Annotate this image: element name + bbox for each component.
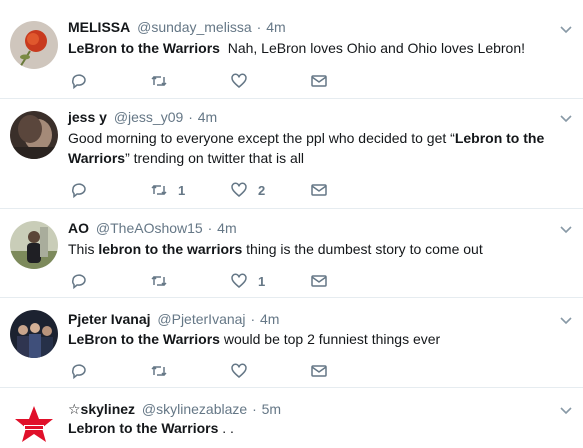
avatar[interactable] [10,21,58,69]
timestamp[interactable]: 4m [217,220,236,236]
hashtag-text[interactable]: LeBron to the Warriors [68,331,220,347]
hashtag-text[interactable]: lebron to the warriors [98,241,242,257]
chevron-down-icon[interactable] [559,225,573,235]
tweet-feed: MELISSA @sunday_melissa · 4m LeBron to t… [0,0,583,448]
tweet-actions [68,71,368,91]
retweet-icon [151,275,167,287]
avatar[interactable] [10,221,58,269]
reply-icon [72,274,86,290]
chevron-down-icon[interactable] [559,406,573,416]
message-button[interactable] [310,361,328,381]
display-name[interactable]: jess y [68,109,107,125]
message-button[interactable] [310,71,328,91]
tweet-text: This lebron to the warriors thing is the… [68,239,563,259]
heart-icon [231,73,247,88]
retweet-icon [151,75,167,87]
reply-button[interactable] [70,271,88,291]
rose-avatar-icon [10,21,58,69]
display-name[interactable]: MELISSA [68,19,130,35]
separator-dot: · [250,311,256,327]
reply-icon [72,74,86,90]
tweet-text: Good morning to everyone except the ppl … [68,128,563,168]
envelope-icon [311,184,327,196]
timestamp[interactable]: 4m [198,109,217,125]
like-count: 2 [258,182,266,198]
hashtag-text[interactable]: LeBron to the Warriors [68,40,220,56]
chevron-down-icon[interactable] [559,25,573,35]
heart-icon [231,182,247,197]
tweet-text-rest: Nah, LeBron loves Ohio and Ohio loves Le… [219,40,526,56]
chevron-down-icon[interactable] [559,316,573,326]
envelope-icon [311,75,327,87]
tweet-text-pre: Good morning to everyone except the ppl … [68,130,455,146]
tweet-text-post: would be top 2 funniest things ever [219,331,441,347]
tweet[interactable]: Pjeter Ivanaj @PjeterIvanaj · 4m LeBron … [0,298,583,388]
username[interactable]: @sunday_melissa [137,19,252,35]
tweet-text-post: . . [218,420,234,436]
like-button[interactable] [230,361,248,381]
display-name[interactable]: ☆skylinez [68,401,135,417]
display-name[interactable]: Pjeter Ivanaj [68,311,151,327]
tweet-text-pre: This [68,241,99,257]
separator-dot: · [188,109,193,125]
star-logo-avatar-icon [10,400,58,448]
tweet[interactable]: ☆skylinez @skylinezablaze · 5m Lebron to… [0,388,583,448]
tweet-actions: 1 2 [68,180,368,200]
retweet-button[interactable] [150,271,168,291]
message-button[interactable] [310,180,328,200]
display-name[interactable]: AO [68,220,89,236]
tweet-text: LeBron to the Warriors would be top 2 fu… [68,329,563,349]
avatar[interactable] [10,310,58,358]
reply-button[interactable] [70,361,88,381]
retweet-button[interactable] [150,71,168,91]
tweet-text-post: thing is the dumbest story to come out [242,241,483,257]
reply-button[interactable] [70,71,88,91]
timestamp[interactable]: 4m [266,19,285,35]
avatar[interactable] [10,400,58,448]
tweet-text-post: ” trending on twitter that is all [125,150,305,166]
username[interactable]: @TheAOshow15 [96,220,203,236]
person-avatar-icon [10,221,58,269]
tweet-text: Lebron to the Warriors . . [68,418,563,438]
reply-icon [72,364,86,380]
tweet[interactable]: AO @TheAOshow15 · 4m This lebron to the … [0,209,583,298]
like-button[interactable]: 1 [230,271,265,291]
like-count: 1 [258,273,266,289]
hashtag-text[interactable]: Lebron to the Warriors [68,420,218,436]
retweet-icon [151,365,167,377]
envelope-icon [311,275,327,287]
tweet[interactable]: MELISSA @sunday_melissa · 4m LeBron to t… [0,0,583,99]
avatar[interactable] [10,111,58,159]
separator-dot: · [252,401,257,417]
timestamp[interactable]: 5m [262,401,281,417]
tweet-actions: 1 [68,271,368,291]
chevron-down-icon[interactable] [559,114,573,124]
username[interactable]: @skylinezablaze [142,401,247,417]
photo-avatar-icon [10,111,58,159]
retweet-icon [151,184,167,196]
tweet-actions [68,361,368,381]
heart-icon [231,363,247,378]
retweet-count: 1 [178,182,186,198]
separator-dot: · [256,19,262,35]
timestamp[interactable]: 4m [260,311,279,327]
like-button[interactable] [230,71,248,91]
retweet-button[interactable] [150,361,168,381]
group-avatar-icon [10,310,58,358]
username[interactable]: @PjeterIvanaj [157,311,245,327]
envelope-icon [311,365,327,377]
reply-icon [72,183,86,199]
heart-icon [231,273,247,288]
separator-dot: · [207,220,213,236]
message-button[interactable] [310,271,328,291]
reply-button[interactable] [70,180,88,200]
tweet-text: LeBron to the Warriors Nah, LeBron loves… [68,38,563,58]
tweet[interactable]: jess y @jess_y09 · 4m Good morning to ev… [0,99,583,209]
username[interactable]: @jess_y09 [114,109,183,125]
like-button[interactable]: 2 [230,180,265,200]
retweet-button[interactable]: 1 [150,180,185,200]
